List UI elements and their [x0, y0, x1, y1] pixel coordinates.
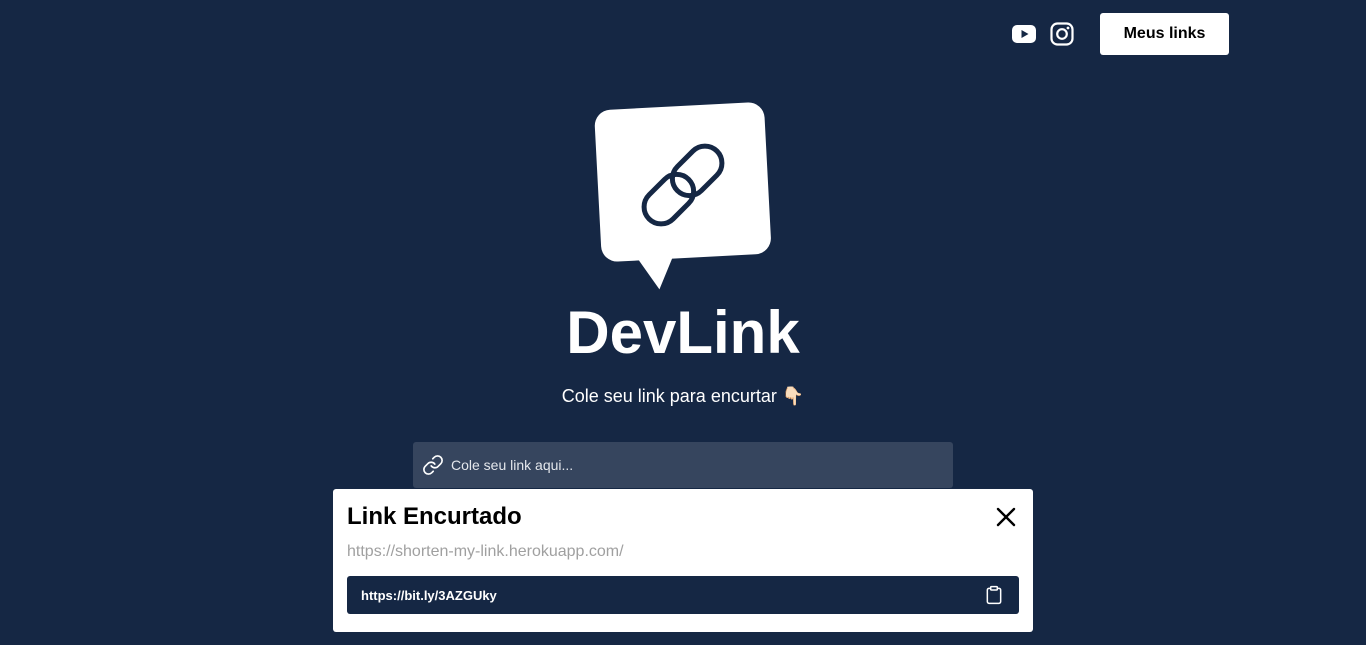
instagram-icon[interactable] [1050, 22, 1074, 46]
short-link-text: https://bit.ly/3AZGUky [361, 587, 497, 603]
link-icon [421, 453, 445, 477]
modal-title: Link Encurtado [347, 503, 522, 530]
original-url: https://shorten-my-link.herokuapp.com/ [347, 543, 624, 560]
my-links-button[interactable]: Meus links [1100, 13, 1229, 55]
modal-header: Link Encurtado [347, 489, 1019, 545]
subtitle: Cole seu link para encurtar 👇🏻 [561, 386, 805, 406]
link-input-bar [413, 441, 953, 489]
link-chat-bubble-icon [592, 100, 774, 292]
top-nav: Meus links [1012, 13, 1229, 55]
brand-title: DevLink [566, 299, 800, 366]
clipboard-icon[interactable] [983, 584, 1005, 606]
short-link-copy-button[interactable]: https://bit.ly/3AZGUky [347, 576, 1019, 614]
close-icon[interactable] [992, 503, 1020, 531]
youtube-icon[interactable] [1012, 22, 1036, 46]
link-input[interactable] [445, 441, 953, 489]
shortened-link-modal: Link Encurtado https://shorten-my-link.h… [333, 489, 1033, 632]
